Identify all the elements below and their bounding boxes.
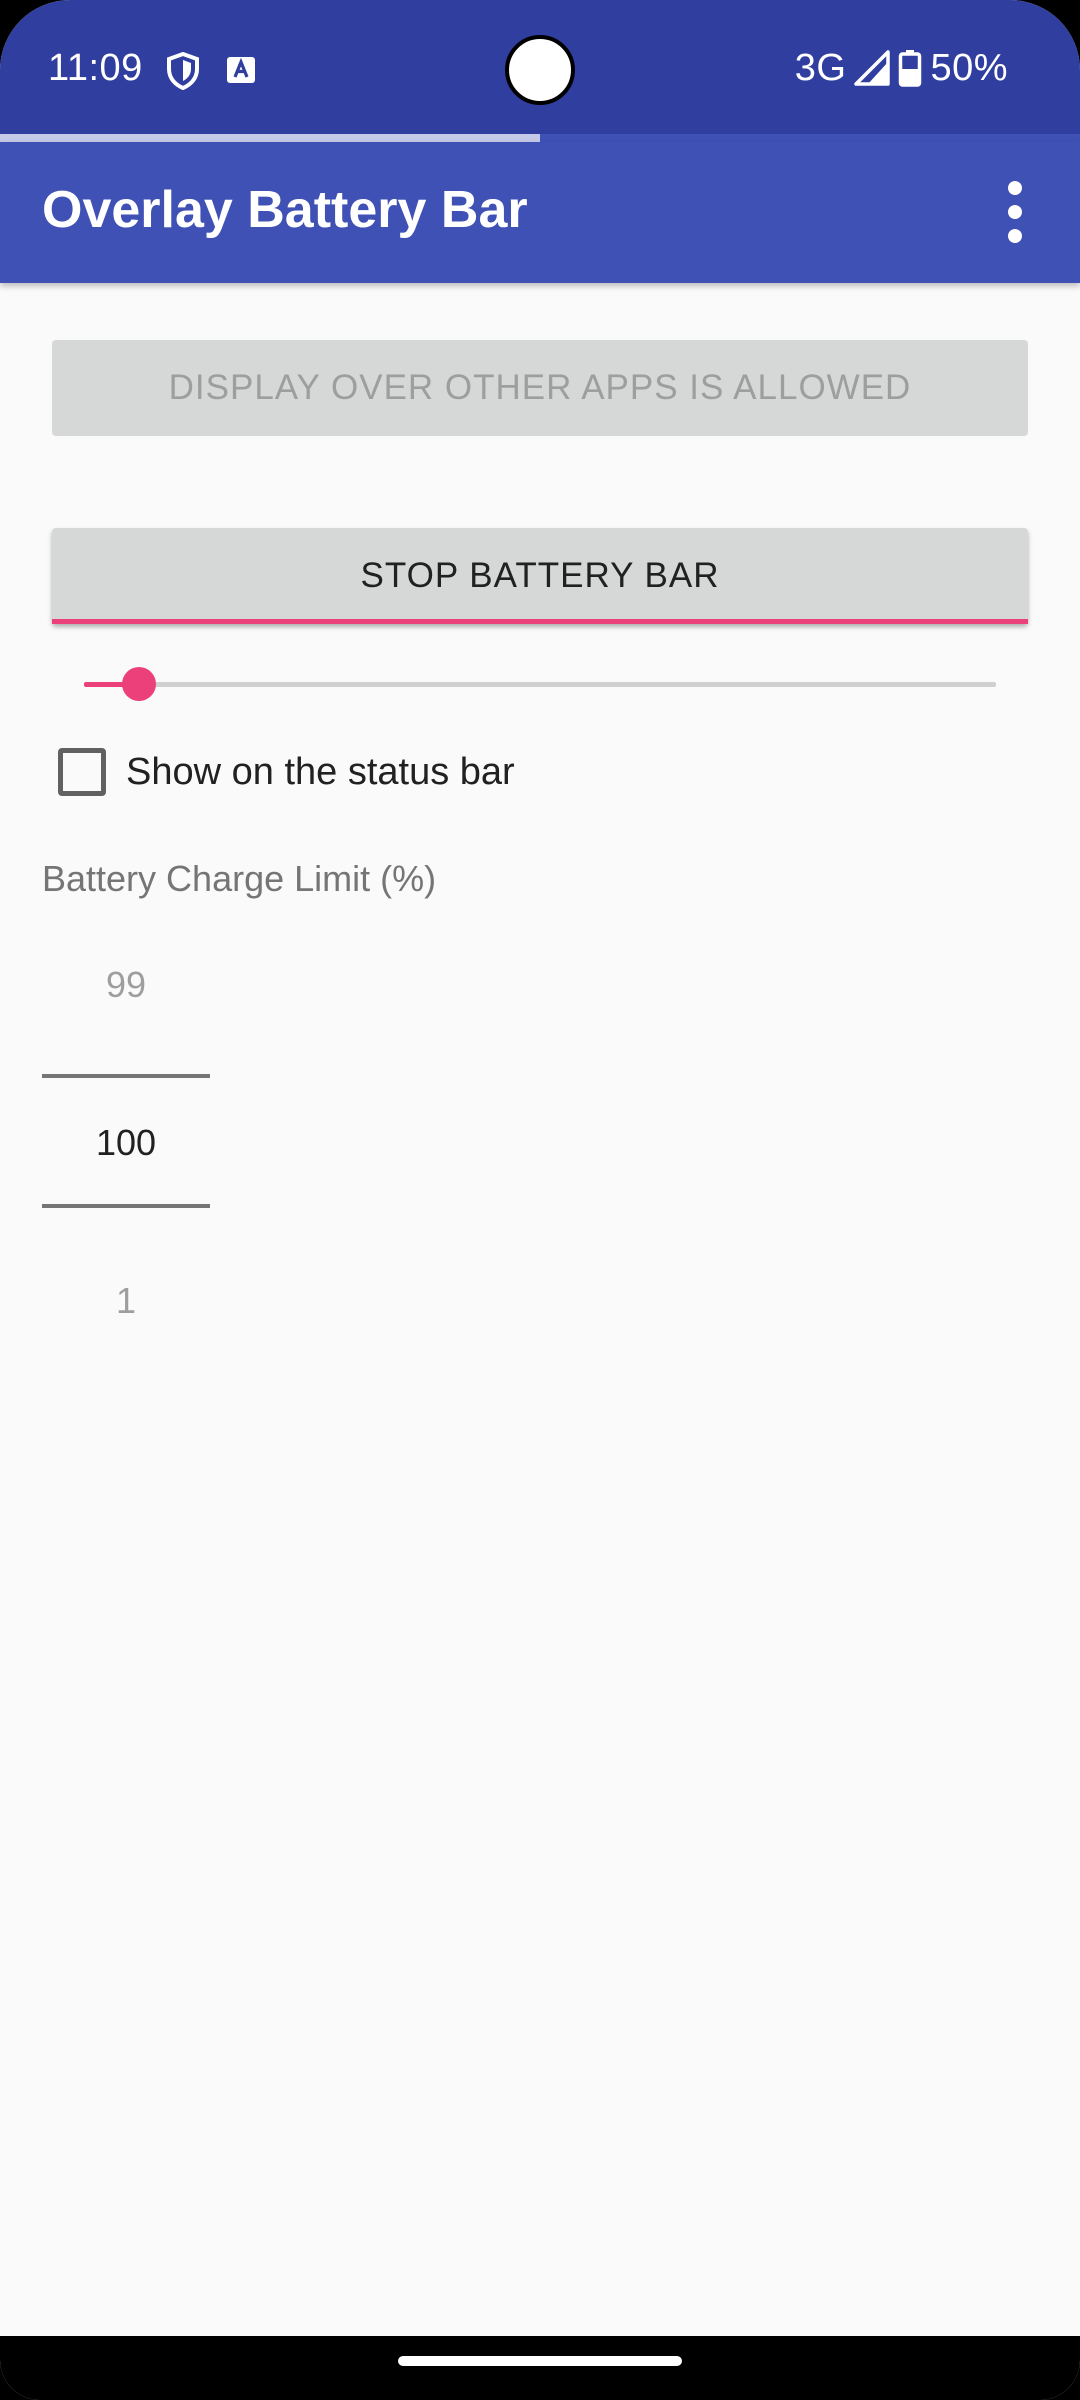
home-gesture-handle[interactable] [398,2356,682,2366]
charge-limit-picker[interactable]: 99 100 1 [42,940,210,1322]
picker-current-value[interactable]: 100 [42,1122,210,1164]
picker-next-value[interactable]: 1 [42,1280,210,1322]
picker-previous-value[interactable]: 99 [42,964,210,1006]
battery-icon [899,50,922,87]
navigation-bar [0,2336,1080,2400]
loading-progress-bar [0,134,1080,142]
show-on-status-bar-checkbox[interactable]: Show on the status bar [58,744,515,800]
device-screen: 11:09 3G 50% Overlay Battery Bar DISPLAY… [0,0,1080,2400]
overlay-permission-button[interactable]: DISPLAY OVER OTHER APPS IS ALLOWED [52,340,1028,436]
more-options-button[interactable] [980,170,1050,254]
status-time: 11:09 [48,47,143,89]
network-type: 3G [794,46,847,89]
battery-bar-slider[interactable] [84,664,996,704]
status-bar: 11:09 3G 50% [0,0,1080,136]
picker-divider-bottom [42,1204,210,1208]
slider-thumb[interactable] [122,667,156,701]
battery-percent: 50% [930,46,1008,89]
shield-icon [167,52,199,90]
charge-limit-label: Battery Charge Limit (%) [42,858,437,899]
more-vert-icon [1008,181,1022,195]
loading-progress-fill [0,134,540,142]
app-title: Overlay Battery Bar [42,181,528,239]
stop-button-accent-line [52,619,1028,624]
checkbox-box[interactable] [58,748,106,796]
status-indicators: 3G 50% [795,44,1008,92]
picker-divider-top [42,1074,210,1078]
app-bar: Overlay Battery Bar [0,142,1080,283]
signal-icon [854,50,891,86]
slider-track [84,682,996,687]
stop-battery-bar-button[interactable]: STOP BATTERY BAR [52,528,1028,624]
checkbox-label: Show on the status bar [126,750,515,793]
camera-cutout [505,35,575,105]
a-notification-icon [227,57,255,83]
